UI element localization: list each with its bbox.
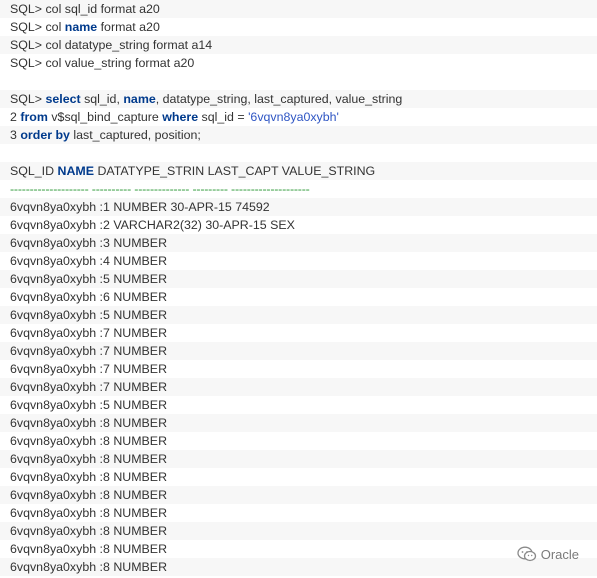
table-row: 6vqvn8ya0xybh :5 NUMBER bbox=[10, 398, 168, 412]
command-text: col value_string format a20 bbox=[45, 56, 195, 70]
table-row: 6vqvn8ya0xybh :3 NUMBER bbox=[0, 234, 597, 252]
table-row: 6vqvn8ya0xybh :6 NUMBER bbox=[10, 290, 168, 304]
sql-prompt: SQL> bbox=[10, 20, 43, 34]
table-row: 6vqvn8ya0xybh :5 NUMBER bbox=[0, 306, 597, 324]
command-text: format a20 bbox=[100, 20, 160, 34]
table-row: 6vqvn8ya0xybh :8 NUMBER bbox=[10, 542, 168, 556]
sql-prompt: SQL> bbox=[10, 2, 43, 16]
table-row: 6vqvn8ya0xybh :1 NUMBER 30-APR-15 74592 bbox=[0, 198, 597, 216]
table-row: 6vqvn8ya0xybh :8 NUMBER bbox=[10, 506, 168, 520]
table-row: 6vqvn8ya0xybh :4 NUMBER bbox=[10, 254, 168, 268]
query-line-1: SQL> select sql_id, name, datatype_strin… bbox=[0, 90, 597, 108]
col-command-line: SQL> col name format a20 bbox=[0, 18, 597, 36]
separator-dashes: -------------------- ---------- --------… bbox=[10, 182, 310, 196]
string-literal: '6vqvn8ya0xybh' bbox=[248, 110, 339, 124]
line-number: 2 bbox=[10, 110, 17, 124]
result-header: SQL_ID NAME DATATYPE_STRIN LAST_CAPT VAL… bbox=[0, 162, 597, 180]
keyword-name: name bbox=[64, 20, 98, 34]
keyword-name: name bbox=[123, 92, 156, 106]
watermark: Oracle bbox=[517, 546, 579, 562]
table-row: 6vqvn8ya0xybh :5 NUMBER bbox=[0, 270, 597, 288]
table-row: 6vqvn8ya0xybh :7 NUMBER bbox=[10, 362, 168, 376]
table-row: 6vqvn8ya0xybh :7 NUMBER bbox=[0, 342, 597, 360]
sql-prompt: SQL> bbox=[10, 92, 43, 106]
line-number: 3 bbox=[10, 128, 17, 142]
sql-prompt: SQL> bbox=[10, 38, 43, 52]
query-text: v$sql_bind_capture bbox=[51, 110, 159, 124]
command-text: col sql_id format a20 bbox=[45, 2, 160, 16]
result-separator: -------------------- ---------- --------… bbox=[0, 180, 597, 198]
sql-output-block: SQL> col sql_id format a20 SQL> col name… bbox=[0, 0, 597, 576]
col-command-line: SQL> col sql_id format a20 bbox=[0, 0, 597, 18]
query-line-3: 3 order by last_captured, position; bbox=[0, 126, 597, 144]
command-text: col bbox=[45, 20, 62, 34]
col-command-line: SQL> col value_string format a20 bbox=[0, 54, 597, 72]
keyword-select: select bbox=[45, 92, 81, 106]
sql-prompt: SQL> bbox=[10, 56, 43, 70]
keyword-order-by: order by bbox=[20, 128, 70, 142]
table-row: 6vqvn8ya0xybh :8 NUMBER bbox=[0, 522, 597, 540]
table-row: 6vqvn8ya0xybh :8 NUMBER bbox=[10, 470, 168, 484]
table-row: 6vqvn8ya0xybh :8 NUMBER bbox=[0, 558, 597, 576]
keyword-where: where bbox=[162, 110, 199, 124]
command-text: col datatype_string format a14 bbox=[45, 38, 213, 52]
column-header: SQL_ID bbox=[10, 164, 55, 178]
query-text: sql_id, bbox=[84, 92, 120, 106]
query-text: last_captured, position; bbox=[73, 128, 201, 142]
query-text: , datatype_string, last_captured, value_… bbox=[155, 92, 403, 106]
table-row: 6vqvn8ya0xybh :7 NUMBER bbox=[0, 378, 597, 396]
column-header: NAME bbox=[57, 164, 95, 178]
table-row: 6vqvn8ya0xybh :8 NUMBER bbox=[0, 414, 597, 432]
query-text: sql_id = bbox=[201, 110, 245, 124]
wechat-icon bbox=[517, 546, 537, 562]
keyword-from: from bbox=[20, 110, 48, 124]
table-row: 6vqvn8ya0xybh :8 NUMBER bbox=[0, 486, 597, 504]
query-line-2: 2 from v$sql_bind_capture where sql_id =… bbox=[0, 108, 597, 126]
watermark-label: Oracle bbox=[540, 546, 579, 562]
table-row: 6vqvn8ya0xybh :2 VARCHAR2(32) 30-APR-15 … bbox=[10, 218, 295, 232]
col-command-line: SQL> col datatype_string format a14 bbox=[0, 36, 597, 54]
table-row: 6vqvn8ya0xybh :8 NUMBER bbox=[0, 450, 597, 468]
column-header: DATATYPE_STRIN LAST_CAPT VALUE_STRING bbox=[97, 164, 376, 178]
table-row: 6vqvn8ya0xybh :7 NUMBER bbox=[10, 326, 168, 340]
table-row: 6vqvn8ya0xybh :8 NUMBER bbox=[10, 434, 168, 448]
